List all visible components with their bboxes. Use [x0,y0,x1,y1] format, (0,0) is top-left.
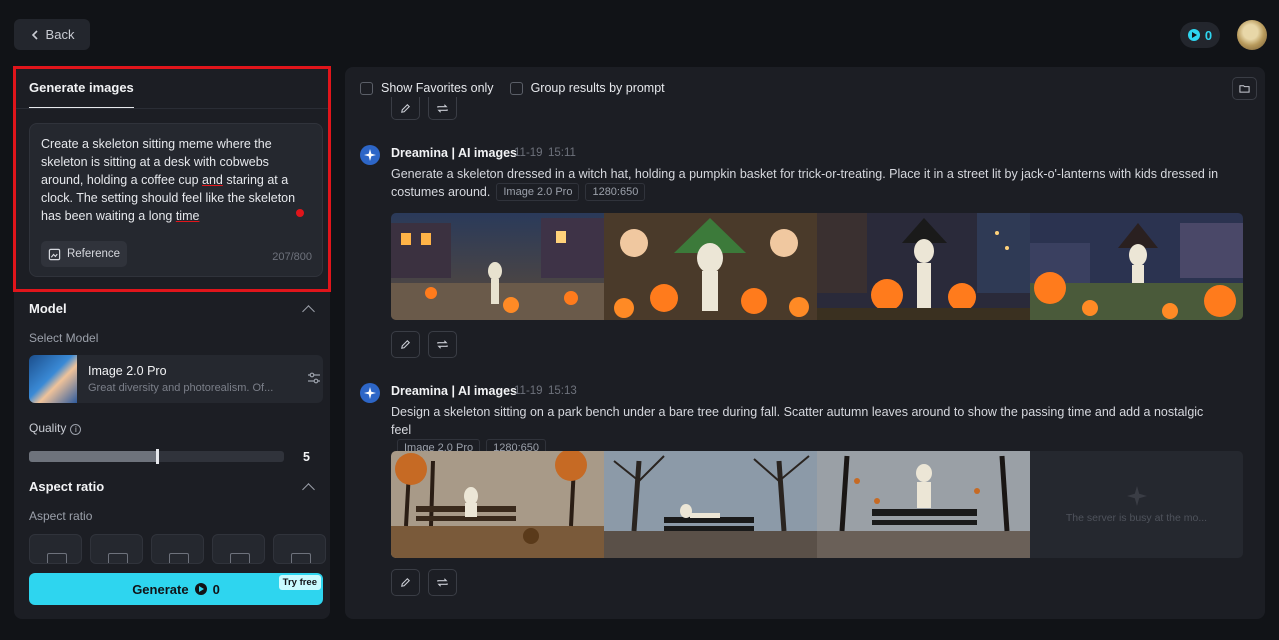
aspect-ratio-label: Aspect ratio [29,509,93,523]
tab-divider [14,108,330,109]
credits-count: 0 [1204,27,1213,43]
generated-image[interactable] [817,213,1030,320]
aspect-ratio-option[interactable] [273,534,326,564]
model-section-title: Model [29,301,67,316]
edit-button[interactable] [391,569,420,596]
settings-sliders-icon[interactable] [307,371,321,385]
aspect-ratio-option[interactable] [90,534,143,564]
credit-icon [194,583,207,595]
group-results-toggle[interactable]: Group results by prompt [509,81,665,95]
generate-panel: Generate images Create a skeleton sittin… [14,67,330,619]
tab-generate-images[interactable]: Generate images [29,80,134,109]
filter-bar: Show Favorites only Group results by pro… [360,81,665,95]
folder-icon [1239,85,1250,93]
recording-indicator [296,209,304,217]
generation-time: 15:13 [548,385,577,397]
generation-time: 15:11 [548,147,576,159]
generate-credits: 0 [212,581,220,597]
generation-author: Dreamina | AI images [391,146,518,160]
repeat-icon [437,340,448,349]
model-tag: Image 2.0 Pro [496,183,580,201]
generation-date: 11-19 [514,147,543,159]
info-icon[interactable]: i [70,424,82,435]
image-add-icon [48,248,61,260]
chevron-up-icon[interactable] [302,483,315,496]
aspect-ratio-options [29,534,326,564]
checkbox[interactable] [509,81,523,95]
prompt-text[interactable]: Create a skeleton sitting meme where the… [41,135,313,225]
edit-button[interactable] [391,331,420,358]
generate-label: Generate [132,581,189,597]
size-tag: 1280:650 [585,183,646,201]
reference-label: Reference [66,248,121,260]
select-model-label: Select Model [29,331,99,345]
generated-image[interactable] [1030,213,1243,320]
generated-image[interactable] [391,213,604,320]
generated-image[interactable] [604,451,817,558]
show-favorites-toggle[interactable]: Show Favorites only [360,81,494,95]
quality-label: Quality i [29,421,82,435]
pencil-icon [401,577,411,587]
repeat-icon [437,578,448,587]
reference-button[interactable]: Reference [41,241,127,267]
generated-image[interactable] [391,451,604,558]
aspect-section-title: Aspect ratio [29,479,105,494]
chevron-up-icon[interactable] [302,305,315,318]
busy-placeholder: The server is busy at the mo... [1030,451,1243,558]
repeat-icon [437,103,448,113]
generation-prompt: Design a skeleton sitting on a park benc… [391,403,1221,457]
aspect-ratio-option[interactable] [212,534,265,564]
busy-message: The server is busy at the mo... [1065,511,1208,524]
model-thumbnail [29,355,77,403]
pencil-icon [401,339,411,349]
regenerate-button[interactable] [428,97,457,120]
results-panel: Show Favorites only Group results by pro… [345,67,1265,619]
char-count: 207/800 [272,251,312,263]
aspect-ratio-option[interactable] [151,534,204,564]
credit-icon [1187,29,1200,41]
generation-prompt: Generate a skeleton dressed in a witch h… [391,167,1219,201]
edit-button[interactable] [391,97,420,120]
generated-image[interactable] [817,451,1030,558]
dreamina-logo-icon [360,145,380,165]
action-row [391,331,457,358]
folder-button[interactable] [1232,77,1257,100]
chevron-left-icon [31,29,38,40]
quality-value: 5 [303,450,310,464]
quality-slider-fill [29,451,157,462]
aspect-ratio-option[interactable] [29,534,82,564]
prompt-input[interactable]: Create a skeleton sitting meme where the… [29,123,323,277]
generation-author: Dreamina | AI images [391,384,518,398]
image-row: The server is busy at the mo... [391,451,1243,558]
image-row [391,213,1243,320]
regenerate-button[interactable] [428,331,457,358]
credits-badge[interactable]: 0 [1180,22,1220,48]
model-description: Great diversity and photorealism. Of... [88,382,274,394]
try-free-badge: Try free [278,575,321,590]
action-row [391,569,457,596]
generate-button[interactable]: Generate 0 Try free [29,573,323,605]
sparkle-icon [1126,485,1147,506]
generated-image[interactable] [604,213,817,320]
checkbox[interactable] [360,81,373,95]
model-name: Image 2.0 Pro [88,364,167,378]
back-label: Back [45,27,75,42]
dreamina-logo-icon [360,383,380,403]
regenerate-button[interactable] [428,569,457,596]
model-selector[interactable]: Image 2.0 Pro Great diversity and photor… [29,355,323,403]
avatar[interactable] [1237,20,1267,50]
generation-date: 11-19 [514,385,543,397]
back-button[interactable]: Back [14,19,90,50]
quality-slider-handle[interactable] [155,449,159,464]
pencil-icon [401,103,411,113]
action-row-previous [391,97,457,120]
